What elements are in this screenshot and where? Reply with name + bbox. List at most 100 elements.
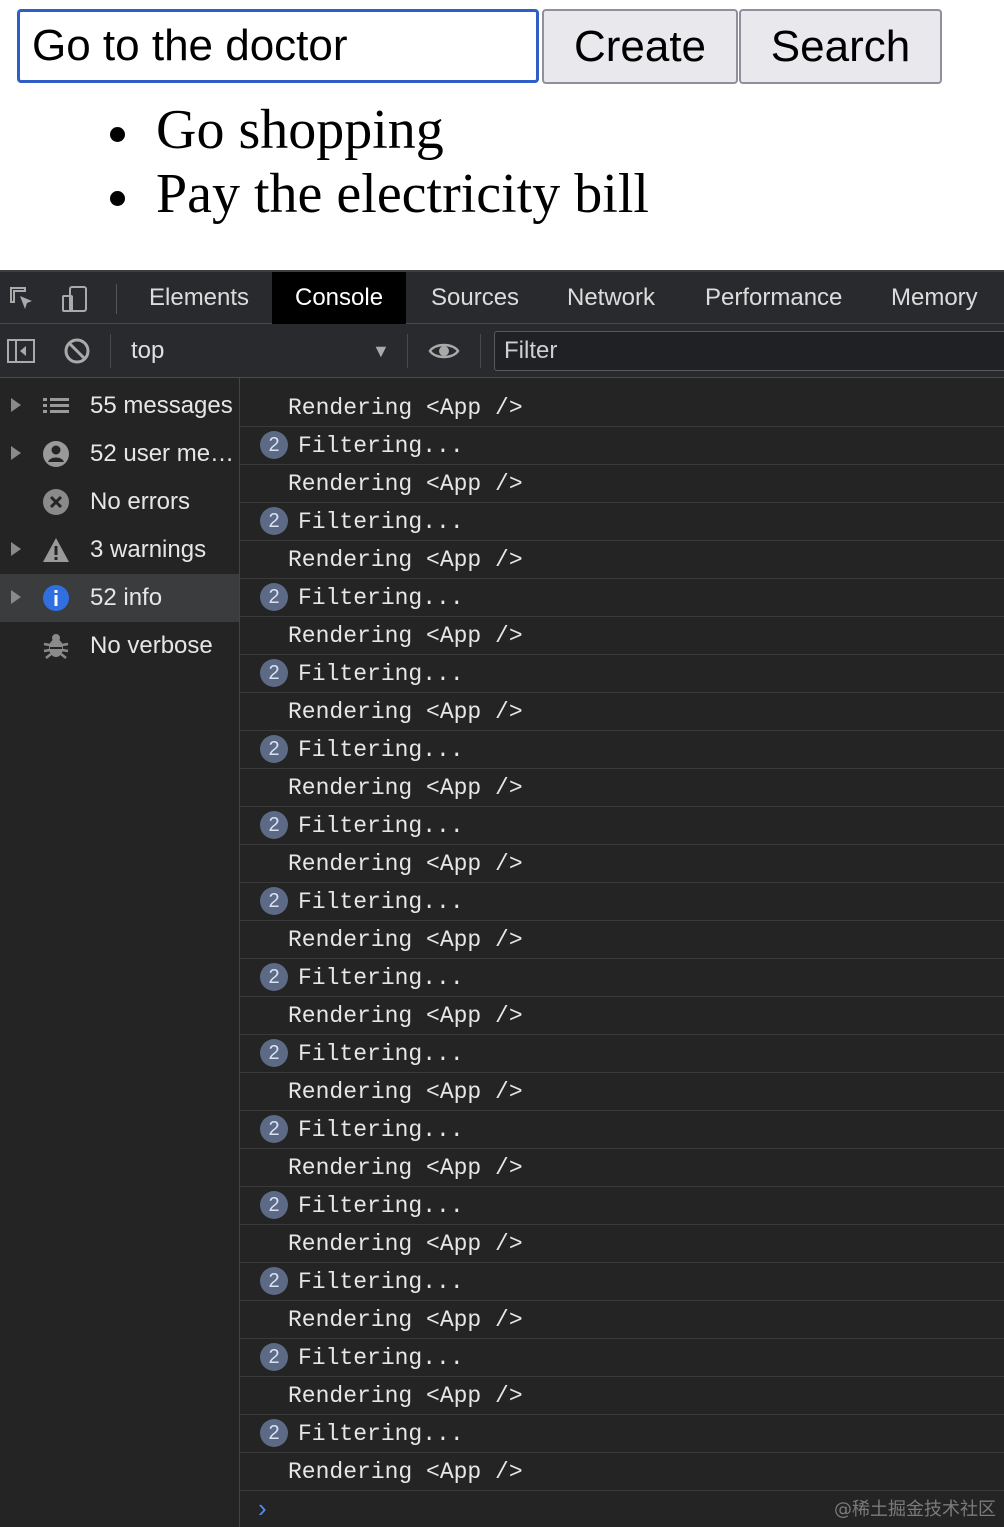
console-message-text: Rendering <App /> [288,1383,523,1409]
console-message[interactable]: 2 Filtering... [240,1263,1004,1301]
app-area: Create Search Go shopping Pay the electr… [0,0,1004,270]
tab-sources[interactable]: Sources [408,272,542,324]
expand-caret-icon[interactable] [11,398,21,412]
repeat-count-badge: 2 [260,811,288,839]
console-message[interactable]: Rendering <App /> [240,997,1004,1035]
console-message[interactable]: Rendering <App /> [240,1453,1004,1491]
console-message[interactable]: Rendering <App /> [240,1073,1004,1111]
console-message-text: Filtering... [298,661,464,687]
console-message[interactable]: 2 Filtering... [240,503,1004,541]
tab-performance[interactable]: Performance [682,272,865,324]
live-expression-eye-icon[interactable] [428,336,460,366]
repeat-count-badge: 2 [260,1343,288,1371]
repeat-count-badge: 2 [260,735,288,763]
console-message[interactable]: 2 Filtering... [240,1339,1004,1377]
tab-console[interactable]: Console [272,272,407,324]
sidebar-item-label: 55 messages [90,392,233,419]
repeat-count-badge: 2 [260,507,288,535]
sidebar-item-label: 52 user me… [90,440,235,467]
info-icon [42,584,70,612]
console-message[interactable]: Rendering <App /> [240,541,1004,579]
console-message-text: Filtering... [298,813,464,839]
sidebar-item-info[interactable]: 52 info [0,574,239,622]
console-message[interactable]: Rendering <App /> [240,389,1004,427]
console-message-text: Filtering... [298,1269,464,1295]
console-message[interactable]: Rendering <App /> [240,1377,1004,1415]
console-message-text: Rendering <App /> [288,851,523,877]
tab-memory[interactable]: Memory [868,272,1001,324]
console-message[interactable]: Rendering <App /> [240,1301,1004,1339]
sidebar-item-user-messages[interactable]: 52 user me… [0,430,239,478]
console-message[interactable]: 2 Filtering... [240,427,1004,465]
tabbar-divider [116,284,117,314]
console-message[interactable]: Rendering <App /> [240,465,1004,503]
console-message[interactable]: 2 Filtering... [240,959,1004,997]
console-message-text: Filtering... [298,965,464,991]
expand-caret-icon[interactable] [11,542,21,556]
sidebar-item-messages[interactable]: 55 messages [0,382,239,430]
repeat-count-badge: 2 [260,1039,288,1067]
expand-caret-icon[interactable] [11,590,21,604]
inspect-element-icon[interactable] [7,284,37,314]
clear-console-icon[interactable] [62,336,92,366]
console-message-text: Rendering <App /> [288,471,523,497]
repeat-count-badge: 2 [260,583,288,611]
console-message-text: Filtering... [298,1421,464,1447]
console-message-text: Filtering... [298,585,464,611]
console-message-text: Rendering <App /> [288,395,523,421]
repeat-count-badge: 2 [260,431,288,459]
console-message[interactable]: 2 Filtering... [240,1415,1004,1453]
console-message[interactable]: Rendering <App /> [240,1149,1004,1187]
repeat-count-badge: 2 [260,1267,288,1295]
console-prompt-chevron-icon[interactable]: › [258,1493,267,1524]
tab-network[interactable]: Network [544,272,678,324]
console-message[interactable]: Rendering <App /> [240,1225,1004,1263]
console-message[interactable]: Rendering <App /> [240,693,1004,731]
repeat-count-badge: 2 [260,659,288,687]
console-message[interactable]: Rendering <App /> [240,617,1004,655]
console-message-text: Filtering... [298,509,464,535]
dropdown-arrow-icon[interactable]: ▼ [372,336,390,366]
sidebar-item-label: No errors [90,488,191,515]
toolbar-separator [110,334,111,368]
console-message[interactable]: 2 Filtering... [240,1187,1004,1225]
console-message[interactable]: Rendering <App /> [240,921,1004,959]
console-message[interactable]: 2 Filtering... [240,807,1004,845]
repeat-count-badge: 2 [260,963,288,991]
console-message-text: Rendering <App /> [288,927,523,953]
console-message[interactable]: 2 Filtering... [240,579,1004,617]
console-message-text: Rendering <App /> [288,775,523,801]
tab-elements[interactable]: Elements [126,272,272,324]
console-log: Rendering <App /> 2 Filtering... Rendering … [240,378,1004,1527]
console-message[interactable]: 2 Filtering... [240,1035,1004,1073]
console-message-text: Filtering... [298,1117,464,1143]
context-selector[interactable]: top [131,324,164,378]
console-message-text: Filtering... [298,889,464,915]
console-message[interactable]: 2 Filtering... [240,731,1004,769]
warning-icon [42,536,70,564]
sidebar-item-verbose[interactable]: No verbose [0,622,239,670]
sidebar-toggle-icon[interactable] [6,336,36,366]
list-icon [42,392,70,420]
console-message-text: Rendering <App /> [288,623,523,649]
todo-input[interactable] [17,9,539,83]
console-message[interactable]: 2 Filtering... [240,883,1004,921]
create-button[interactable]: Create [542,9,738,84]
todo-list: Go shopping Pay the electricity bill [104,98,649,226]
sidebar-item-warnings[interactable]: 3 warnings [0,526,239,574]
expand-caret-icon[interactable] [11,446,21,460]
console-message[interactable]: Rendering <App /> [240,769,1004,807]
repeat-count-badge: 2 [260,1419,288,1447]
device-toolbar-icon[interactable] [60,284,90,314]
console-message-text: Filtering... [298,1041,464,1067]
filter-input[interactable] [494,331,1004,371]
console-message[interactable]: 2 Filtering... [240,655,1004,693]
sidebar-item-errors[interactable]: No errors [0,478,239,526]
console-message[interactable]: Rendering <App /> [240,845,1004,883]
search-button[interactable]: Search [739,9,942,84]
console-message[interactable]: 2 Filtering... [240,1111,1004,1149]
console-message-text: Rendering <App /> [288,1231,523,1257]
console-message-text: Filtering... [298,1345,464,1371]
console-message-text: Filtering... [298,737,464,763]
toolbar-separator [407,334,408,368]
